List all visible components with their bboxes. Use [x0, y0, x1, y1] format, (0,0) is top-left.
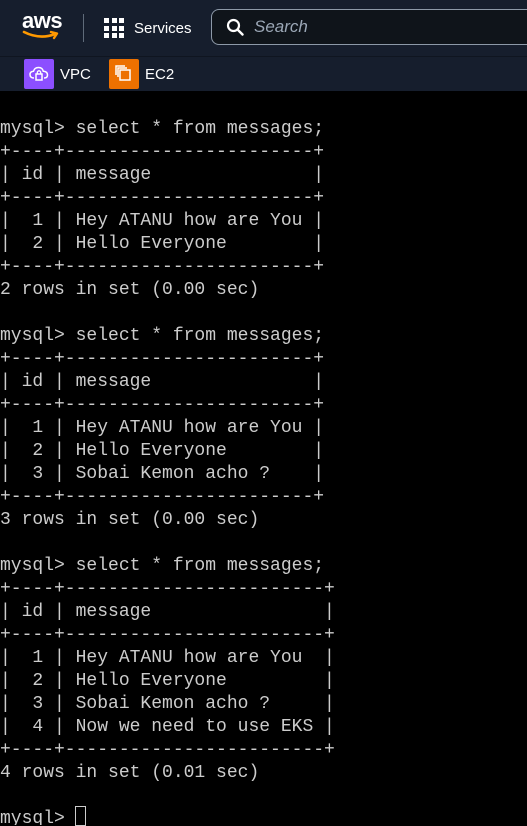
search-input[interactable]: [254, 17, 504, 37]
search-box[interactable]: [211, 9, 527, 45]
services-grid-icon: [104, 18, 124, 38]
favorite-ec2[interactable]: EC2: [109, 59, 174, 89]
aws-top-navigation: aws Services: [0, 0, 527, 57]
aws-logo-text: aws: [22, 8, 63, 33]
favorite-vpc-label: VPC: [60, 65, 91, 83]
services-label: Services: [134, 19, 192, 37]
terminal-output: mysql> select * from messages; +----+---…: [0, 119, 335, 825]
favorite-ec2-label: EC2: [145, 65, 175, 83]
aws-logo[interactable]: aws: [22, 8, 63, 44]
ec2-icon: [109, 59, 139, 89]
favorites-bar: VPC EC2: [0, 57, 527, 91]
search-icon: [226, 18, 244, 36]
services-menu-button[interactable]: Services: [104, 16, 192, 40]
vpc-icon: [24, 59, 54, 89]
terminal-window[interactable]: mysql> select * from messages; +----+---…: [0, 91, 527, 825]
terminal-cursor: [75, 806, 86, 826]
favorite-vpc[interactable]: VPC: [24, 59, 91, 89]
header-divider: [83, 14, 84, 42]
